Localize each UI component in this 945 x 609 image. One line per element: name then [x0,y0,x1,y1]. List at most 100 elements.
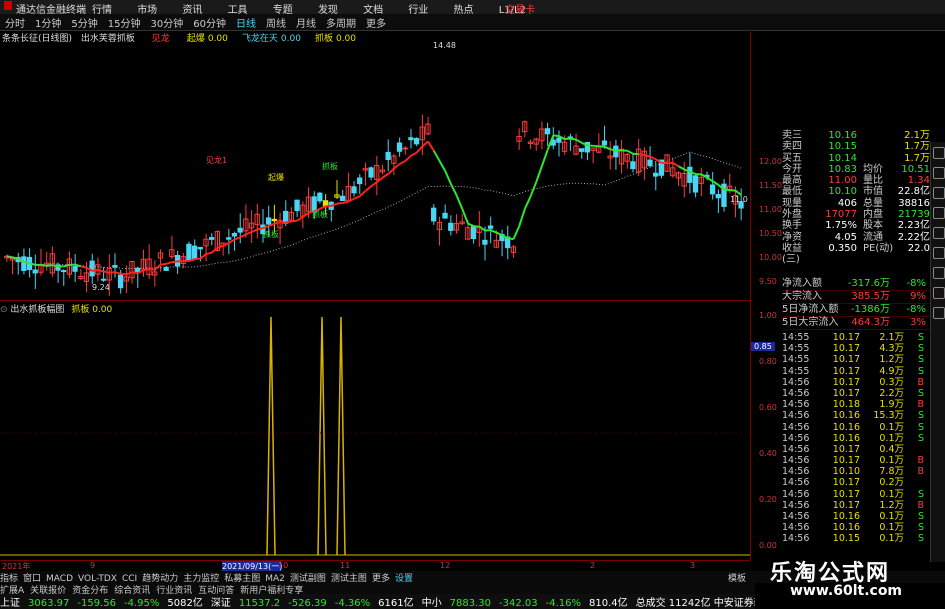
candle [345,172,351,202]
candle [38,248,44,276]
tick-row[interactable]: 14:55 10.17 4.3万 S [782,343,930,354]
index-value: 3063.97 [28,598,70,609]
candlestick-chart[interactable]: 14.489.24抓板抓板抓板起爆见龙111.0 [0,42,750,301]
chart-icon[interactable] [932,207,945,219]
period-tabs: 分时 1分钟 5分钟 15分钟 30分钟 60分钟 日线 周线 月线 多周期 更多 [0,14,945,31]
period-tab[interactable]: 5分钟 [66,14,102,31]
tick-time: 14:56 [782,511,810,522]
index-name[interactable]: 上证 [0,598,20,609]
plus-icon[interactable] [932,147,945,159]
signal-tick: 0.00 [759,541,777,550]
ma-segment [131,271,138,275]
tick-row[interactable]: 14:56 10.16 0.1万 S [782,511,930,522]
period-tab[interactable]: 日线 [231,14,261,31]
tick-row[interactable]: 14:56 10.17 2.2万 S [782,388,930,399]
tick-price: 10.16 [832,432,860,444]
index-name[interactable]: 深证 [211,598,231,609]
signal-spike [317,316,327,556]
tick-row[interactable]: 14:56 10.15 0.1万 S [782,533,930,544]
tick-time: 14:56 [782,522,810,534]
tick-price: 10.17 [832,354,860,366]
index-name[interactable]: 中小 [422,598,442,609]
candle [715,189,721,213]
period-tab[interactable]: 1分钟 [30,14,66,31]
ma-segment [347,197,355,203]
period-tab[interactable]: 更多 [361,14,391,31]
tick-side: S [917,488,924,500]
tick-row[interactable]: 14:56 10.16 15.3万 S [782,410,930,421]
tick-volume: 0.2万 [879,477,904,489]
tick-row[interactable]: 14:56 10.16 0.1万 S [782,422,930,433]
index-value: 11537.2 [238,598,281,609]
candle [357,174,363,194]
tick-row[interactable]: 14:56 10.17 0.1万 S [782,489,930,500]
chart-annotation: 见龙1 [206,155,227,165]
arrow-down-icon[interactable] [932,287,945,299]
candle [516,128,522,150]
candle [408,129,414,149]
period-tab[interactable]: 60分钟 [188,14,231,31]
period-tab[interactable]: 30分钟 [145,14,188,31]
tick-list[interactable]: 14:55 10.17 2.1万 S 14:55 10.17 4.3万 S 14:55 10.17… [782,332,930,545]
tick-time: 14:56 [782,466,810,478]
period-tab[interactable]: 多周期 [321,14,361,31]
info-icon[interactable] [932,247,945,259]
ma-segment [279,221,286,224]
flow-row: 大宗流入 385.5万 9% [782,291,930,304]
tick-time: 14:56 [782,399,810,411]
tick-row[interactable]: 14:55 10.17 4.9万 S [782,366,930,377]
tick-side: S [917,421,924,433]
arrow-up-icon[interactable] [932,267,945,279]
tick-time: 14:56 [782,421,810,433]
list-icon[interactable] [932,227,945,239]
ma-segment [529,181,538,197]
period-tab[interactable]: 分时 [0,14,30,31]
period-tab[interactable]: 周线 [261,14,291,31]
flow-row: 5日大宗流入 464.3万 3% [782,317,930,330]
grid-icon[interactable] [932,187,945,199]
tick-row[interactable]: 14:56 10.17 0.3万 B [782,377,930,388]
ma-segment [120,272,127,276]
tick-row[interactable]: 14:55 10.17 1.2万 S [782,354,930,365]
candle [624,153,630,169]
candle [9,257,16,275]
tick-row[interactable]: 14:56 10.17 1.2万 B [782,500,930,511]
ma-segment [217,244,224,249]
time-label: 12 [440,561,451,570]
period-tab[interactable]: 月线 [291,14,321,31]
quote-label: 买五 [782,152,802,164]
tick-row[interactable]: 14:56 10.16 0.1万 S [782,433,930,444]
ma-segment [103,270,110,274]
bell-icon[interactable] [932,307,945,319]
tick-row[interactable]: 14:56 10.10 7.8万 B [782,466,930,477]
tick-row[interactable]: 14:56 10.18 1.9万 B [782,399,930,410]
tick-price: 10.15 [832,533,860,545]
ma-segment [495,231,503,237]
tick-row[interactable]: 14:56 10.17 0.1万 B [782,455,930,466]
candle [334,180,340,199]
candle [277,212,283,245]
candle [641,147,647,180]
tick-row[interactable]: 14:55 10.17 2.1万 S [782,332,930,343]
tick-time: 14:56 [782,533,810,545]
ma-segment [553,134,560,138]
period-tab[interactable]: 15分钟 [103,14,146,31]
candle [459,213,465,226]
tick-row[interactable]: 14:56 10.17 0.4万 [782,444,930,455]
tick-price: 10.17 [832,488,860,500]
long-ma-line [6,151,742,270]
ma-segment [92,269,99,272]
minus-icon[interactable] [932,167,945,179]
tick-row[interactable]: 14:56 10.17 0.2万 [782,477,930,488]
ma-segment [234,236,241,241]
candle [681,161,687,198]
candle [254,203,260,239]
index-change: -342.03 [498,598,538,609]
tick-row[interactable]: 14:56 10.16 0.1万 S [782,522,930,533]
ma-segment [114,271,121,275]
tick-price: 10.16 [832,522,860,534]
tick-side: S [917,387,924,399]
index-change: -526.39 [288,598,327,609]
signal-chart[interactable] [0,305,750,561]
tick-time: 14:56 [782,443,810,455]
